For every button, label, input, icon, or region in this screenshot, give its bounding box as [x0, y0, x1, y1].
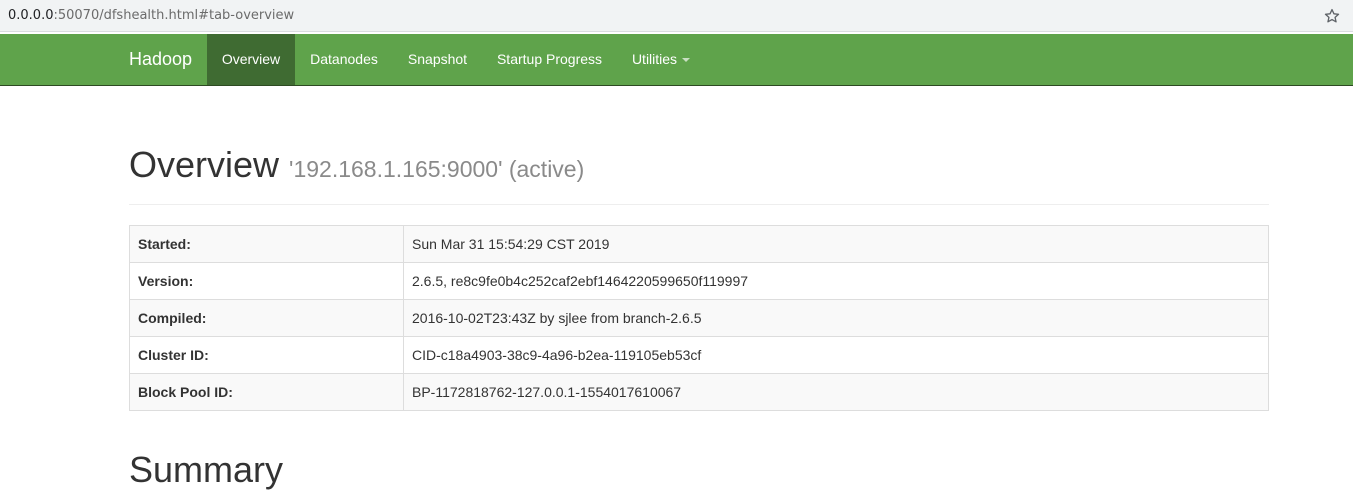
- page-title: Overview '192.168.1.165:9000' (active): [129, 140, 1269, 194]
- table-row: Started: Sun Mar 31 15:54:29 CST 2019: [129, 225, 1269, 263]
- table-row: Cluster ID: CID-c18a4903-38c9-4a96-b2ea-…: [129, 336, 1269, 374]
- tab-datanodes[interactable]: Datanodes: [295, 34, 393, 85]
- row-key: Started:: [129, 225, 404, 263]
- url-path: :50070/dfshealth.html#tab-overview: [53, 8, 295, 23]
- caret-down-icon: [682, 58, 691, 63]
- tab-utilities[interactable]: Utilities: [617, 34, 705, 85]
- page-title-text: Overview: [129, 144, 280, 185]
- table-row: Version: 2.6.5, re8c9fe0b4c252caf2ebf146…: [129, 262, 1269, 300]
- row-value: 2016-10-02T23:43Z by sjlee from branch-2…: [403, 299, 1269, 337]
- tab-utilities-label: Utilities: [631, 51, 678, 67]
- tab-snapshot[interactable]: Snapshot: [393, 34, 482, 85]
- table-row: Block Pool ID: BP-1172818762-127.0.0.1-1…: [129, 373, 1269, 411]
- star-icon[interactable]: [1323, 7, 1341, 25]
- main-navbar: Hadoop Overview Datanodes Snapshot Start…: [0, 34, 1353, 86]
- table-row: Compiled: 2016-10-02T23:43Z by sjlee fro…: [129, 299, 1269, 337]
- namenode-address: '192.168.1.165:9000' (active): [289, 156, 585, 182]
- page-header: Overview '192.168.1.165:9000' (active): [129, 140, 1269, 205]
- summary-heading: Summary: [129, 449, 284, 490]
- url-host: 0.0.0.0: [8, 8, 54, 23]
- browser-address-bar[interactable]: 0.0.0.0:50070/dfshealth.html#tab-overvie…: [0, 0, 1353, 32]
- row-key: Compiled:: [129, 299, 404, 337]
- row-key: Cluster ID:: [129, 336, 404, 374]
- row-value: Sun Mar 31 15:54:29 CST 2019: [403, 225, 1269, 263]
- row-key: Version:: [129, 262, 404, 300]
- row-value: BP-1172818762-127.0.0.1-1554017610067: [403, 373, 1269, 411]
- row-key: Block Pool ID:: [129, 373, 404, 411]
- row-value: 2.6.5, re8c9fe0b4c252caf2ebf146422059965…: [403, 262, 1269, 300]
- url-text[interactable]: 0.0.0.0:50070/dfshealth.html#tab-overvie…: [8, 7, 294, 24]
- tab-overview[interactable]: Overview: [207, 34, 295, 85]
- tab-startup-progress[interactable]: Startup Progress: [482, 34, 617, 85]
- brand-logo-text[interactable]: Hadoop: [129, 34, 192, 85]
- overview-info-table: Started: Sun Mar 31 15:54:29 CST 2019 Ve…: [129, 225, 1269, 411]
- row-value: CID-c18a4903-38c9-4a96-b2ea-119105eb53cf: [403, 336, 1269, 374]
